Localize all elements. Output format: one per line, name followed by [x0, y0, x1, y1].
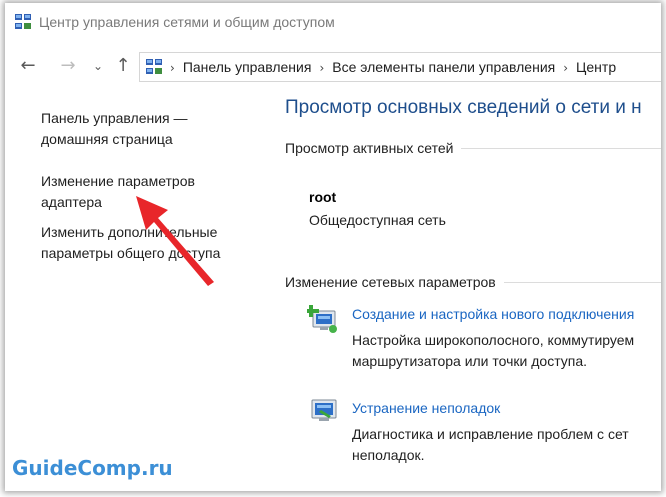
- network-center-icon: [15, 14, 31, 29]
- title-bar: Центр управления сетями и общим доступом: [5, 3, 661, 41]
- network-center-icon: [146, 59, 162, 74]
- arrow-right-icon: →: [60, 55, 76, 76]
- breadcrumb: › Панель управления › Все элементы панели у…: [168, 53, 616, 81]
- divider: [461, 147, 661, 149]
- watermark-logo: GuideComp.ru: [12, 456, 173, 480]
- window: Центр управления сетями и общим доступом…: [5, 3, 661, 491]
- window-title: Центр управления сетями и общим доступом: [39, 14, 335, 30]
- sidebar-item-control-panel-home[interactable]: Панель управления — домашняя страница: [41, 108, 256, 150]
- troubleshoot-description-line1: Диагностика и исправление проблем с сет: [352, 426, 629, 442]
- main-content: Просмотр основных сведений о сети и н Пр…: [285, 83, 661, 491]
- navigation-row: ← → ⌄ ↑ › Панель управления › Все элементы …: [5, 49, 661, 83]
- active-networks-heading: Просмотр активных сетей: [285, 140, 661, 156]
- network-name: root: [309, 189, 337, 205]
- back-button[interactable]: ←: [17, 55, 39, 77]
- page-title: Просмотр основных сведений о сети и н: [285, 97, 642, 118]
- change-settings-heading-label: Изменение сетевых параметров: [285, 274, 496, 290]
- chevron-down-icon: ⌄: [92, 59, 104, 73]
- address-bar[interactable]: › Панель управления › Все элементы панели у…: [139, 52, 661, 82]
- breadcrumb-item-network-center[interactable]: Центр: [576, 59, 616, 75]
- sidebar-item-advanced-sharing-settings[interactable]: Изменить дополнительные параметры общего…: [41, 222, 256, 264]
- troubleshoot-icon: [311, 399, 337, 421]
- change-settings-heading: Изменение сетевых параметров: [285, 274, 661, 290]
- arrow-up-icon: ↑: [115, 55, 131, 76]
- sidebar: Панель управления — домашняя страница Из…: [5, 83, 265, 491]
- chevron-right-icon[interactable]: ›: [319, 54, 324, 82]
- chevron-right-icon[interactable]: ›: [563, 54, 568, 82]
- create-connection-description-line1: Настройка широкополосного, коммутируем: [352, 332, 635, 348]
- up-button[interactable]: ↑: [112, 55, 134, 77]
- recent-locations-button[interactable]: ⌄: [87, 55, 109, 77]
- chevron-right-icon: ›: [170, 61, 175, 75]
- breadcrumb-item-control-panel[interactable]: Панель управления: [183, 59, 312, 75]
- troubleshoot-link[interactable]: Устранение неполадок: [352, 400, 500, 416]
- arrow-left-icon: ←: [20, 55, 36, 76]
- divider: [503, 281, 661, 283]
- sidebar-item-change-adapter-settings[interactable]: Изменение параметров адаптера: [41, 171, 256, 213]
- forward-button[interactable]: →: [57, 55, 79, 77]
- network-type[interactable]: Общедоступная сеть: [309, 212, 446, 228]
- active-networks-heading-label: Просмотр активных сетей: [285, 140, 454, 156]
- create-connection-description-line2: маршрутизатора или точки доступа.: [352, 353, 588, 369]
- breadcrumb-item-all-items[interactable]: Все элементы панели управления: [332, 59, 555, 75]
- troubleshoot-description-line2: неполадок.: [352, 447, 425, 463]
- create-connection-link[interactable]: Создание и настройка нового подключения: [352, 306, 634, 322]
- new-connection-icon: [307, 305, 337, 333]
